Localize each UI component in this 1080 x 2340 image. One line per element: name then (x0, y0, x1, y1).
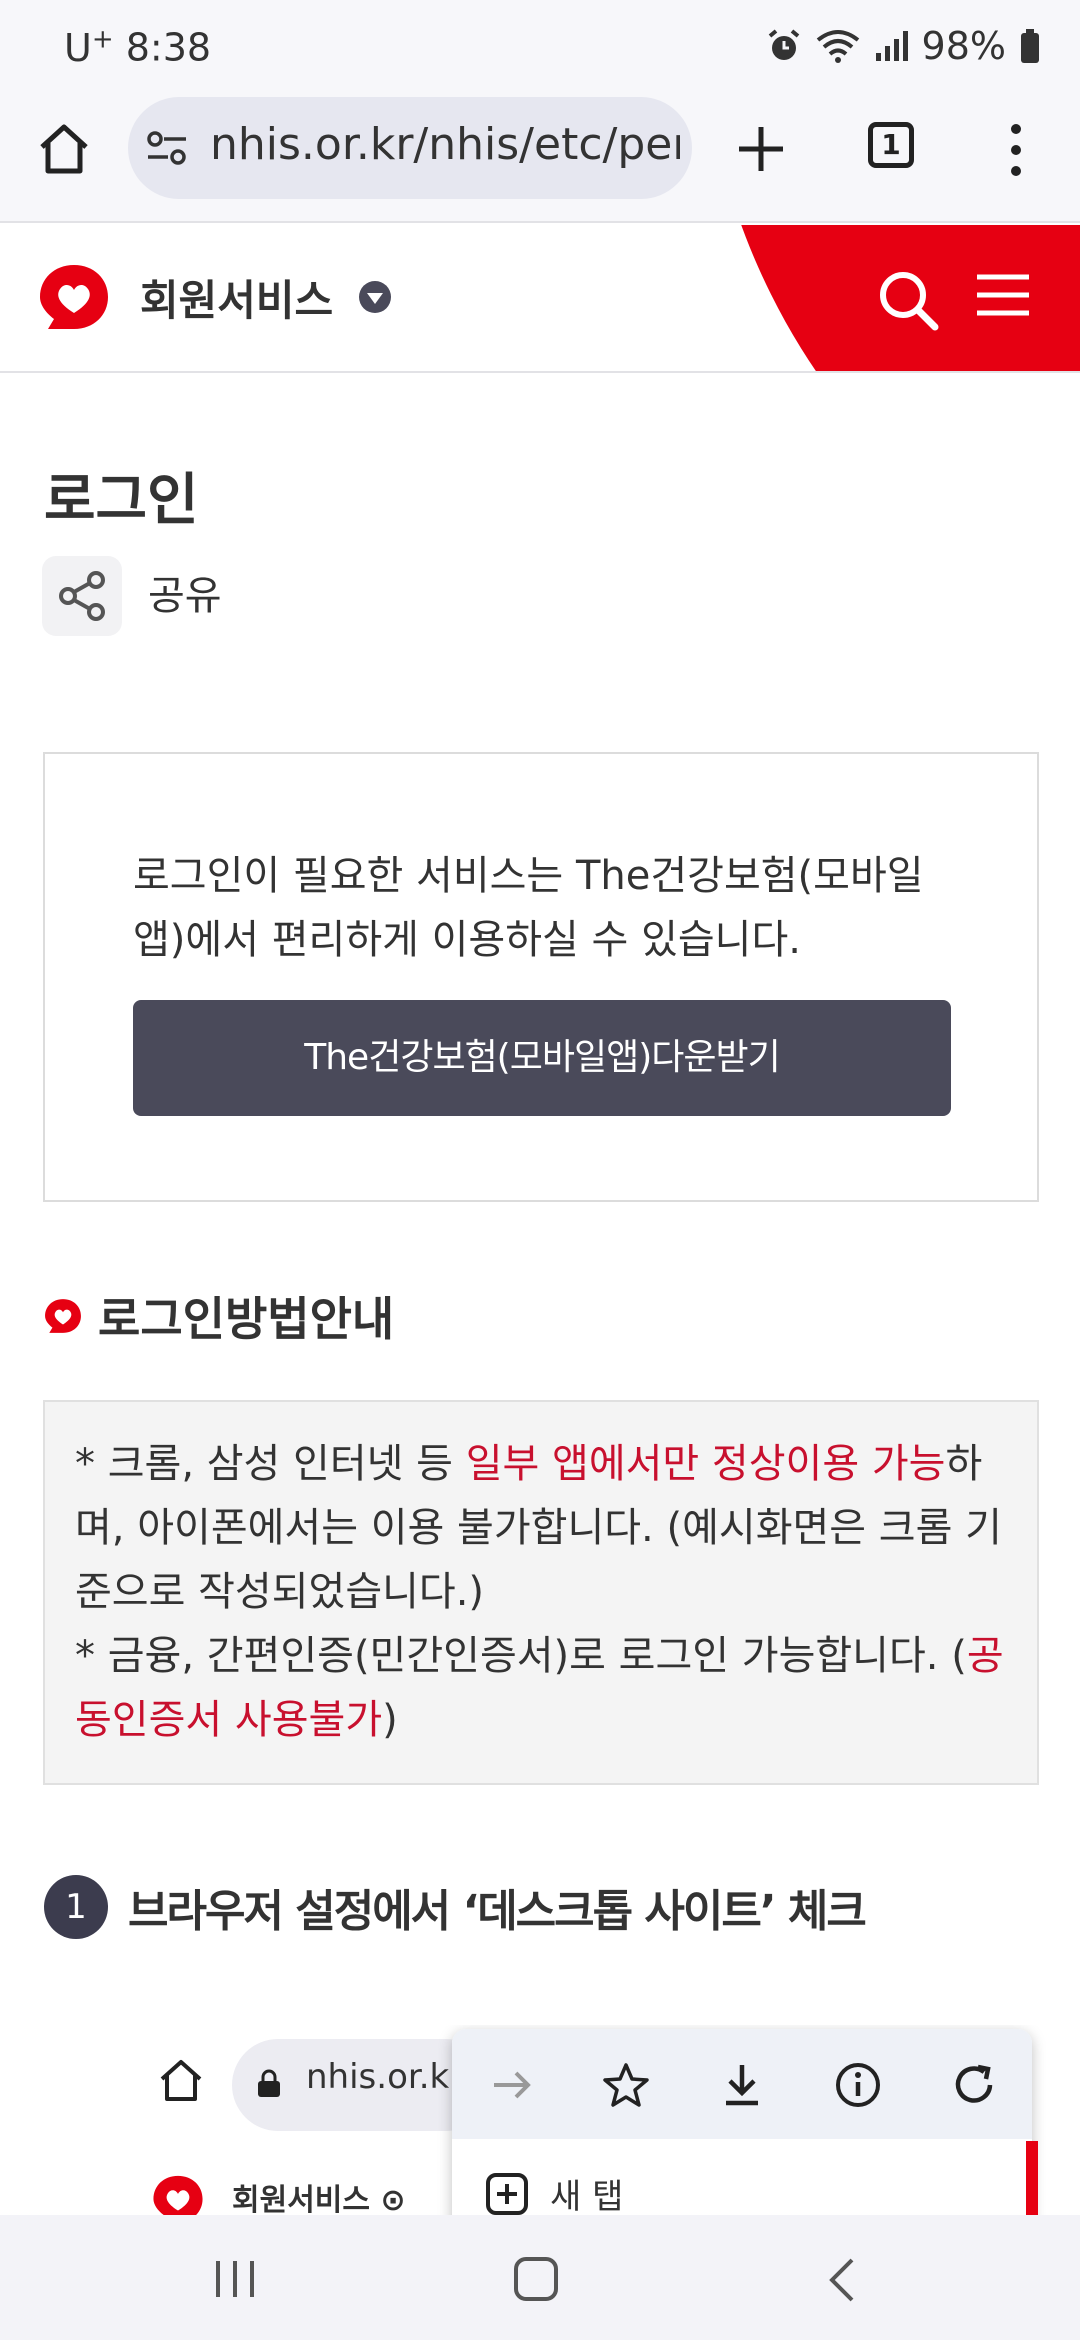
example-new-tab-icon (486, 2173, 528, 2215)
example-red-bar (1026, 2141, 1038, 2215)
site-title[interactable]: 회원서비스 (140, 267, 333, 328)
example-screenshot: nhis.or.k 회원서비스 ⊙ 새 탭 (126, 2025, 1046, 2215)
home-icon[interactable] (34, 119, 94, 179)
alarm-icon (768, 29, 799, 60)
battery-icon (1021, 29, 1039, 63)
step-number-badge: 1 (44, 1875, 108, 1939)
wifi-icon (816, 30, 859, 63)
login-info-text: * 크롬, 삼성 인터넷 등 일부 앱에서만 정상이용 가능하며, 아이폰에서는… (75, 1432, 1015, 1752)
home-nav-icon[interactable] (514, 2257, 558, 2301)
example-logo-icon (153, 2175, 203, 2215)
hamburger-menu-icon[interactable] (975, 273, 1031, 317)
system-nav-bar (0, 2215, 1080, 2340)
step-1: 1 브라우저 설정에서 ‘데스크톱 사이트’ 체크 (44, 1875, 867, 1939)
clock: 8:38 (125, 25, 212, 70)
example-menu-icon-row (452, 2029, 1032, 2139)
browser-toolbar: nhis.or.kr/nhis/etc/per 1 (0, 95, 1080, 223)
info-icon (836, 2063, 880, 2107)
step-1-text: 브라우저 설정에서 ‘데스크톱 사이트’ 체크 (128, 1886, 867, 1937)
recents-icon[interactable] (212, 2259, 258, 2299)
share-icon (59, 571, 105, 621)
status-right: 98% (766, 24, 1040, 68)
share-label[interactable]: 공유 (148, 563, 222, 621)
example-lock-icon (258, 2069, 280, 2097)
info-line1-highlight: 일부 앱에서만 정상이용 가능 (465, 1441, 946, 1487)
signal-icon (875, 31, 908, 61)
app-notice-box: 로그인이 필요한 서비스는 The건강보험(모바일앱)에서 편리하게 이용하실 … (43, 752, 1039, 1202)
url-text[interactable]: nhis.or.kr/nhis/etc/per (210, 119, 680, 170)
status-bar: U+ 8:38 98% (0, 0, 1080, 95)
example-browser-menu: 새 탭 (452, 2029, 1032, 2215)
address-bar[interactable]: nhis.or.kr/nhis/etc/per (128, 97, 692, 199)
battery-percent: 98% (921, 24, 1006, 68)
new-tab-plus-icon[interactable] (735, 123, 787, 175)
login-info-box: * 크롬, 삼성 인터넷 등 일부 앱에서만 정상이용 가능하며, 아이폰에서는… (43, 1400, 1039, 1785)
example-home-icon (160, 2060, 202, 2101)
info-line2-post: ) (382, 1697, 398, 1743)
example-new-tab-label: 새 탭 (550, 2177, 624, 2215)
carrier-label: U+ (64, 24, 114, 70)
forward-arrow-icon (494, 2071, 531, 2099)
refresh-icon (955, 2064, 993, 2103)
info-line2-pre: * 금융, 간편인증(민간인증서)로 로그인 가능합니다. ( (75, 1633, 967, 1679)
page-title: 로그인 (44, 468, 199, 533)
section-title-text: 로그인방법안내 (98, 1292, 395, 1346)
example-site-title: 회원서비스 ⊙ (232, 2183, 406, 2215)
info-line1-pre: * 크롬, 삼성 인터넷 등 (75, 1441, 466, 1487)
app-notice-text: 로그인이 필요한 서비스는 The건강보험(모바일앱)에서 편리하게 이용하실 … (133, 853, 924, 963)
tabs-icon[interactable]: 1 (868, 122, 914, 168)
example-url-text: nhis.or.k (306, 2057, 450, 2097)
star-icon (603, 2063, 649, 2107)
site-header: 회원서비스 (0, 225, 1080, 373)
back-icon[interactable] (826, 2257, 856, 2303)
nhis-logo-icon[interactable] (38, 261, 110, 333)
more-menu-icon[interactable] (1003, 122, 1029, 178)
app-download-button[interactable]: The건강보험(모바일앱)다운받기 (133, 1000, 951, 1116)
section-title: 로그인방법안내 (44, 1283, 394, 1349)
chevron-down-icon[interactable] (357, 279, 393, 315)
status-left: U+ 8:38 (64, 24, 211, 70)
search-icon[interactable] (873, 265, 943, 335)
download-icon (726, 2065, 758, 2106)
site-info-icon[interactable] (146, 127, 188, 169)
nhis-mini-logo-icon (45, 1299, 81, 1333)
share-button[interactable] (42, 556, 122, 636)
